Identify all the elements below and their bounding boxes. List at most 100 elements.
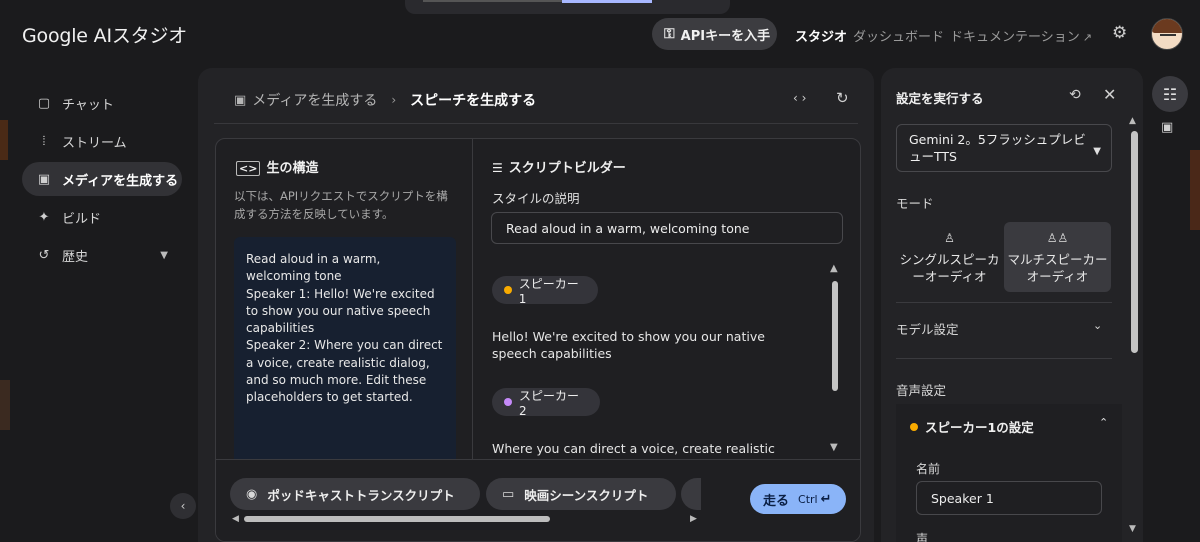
chevron-right-icon: › (391, 93, 397, 107)
vertical-scrollbar[interactable] (832, 281, 838, 391)
sidebar-item-history[interactable]: ↺ 歴史 ▼ (22, 238, 182, 272)
close-icon[interactable]: ✕ (1103, 85, 1116, 104)
single-speaker-mode-button[interactable]: ♙ シングルスピーカーオーディオ (896, 222, 1003, 292)
model-select-value: Gemini 2。5フラッシュプレビューTTS (909, 132, 1086, 164)
media-gallery-icon[interactable]: ▣ (1161, 120, 1173, 135)
external-link-icon: ↗ (1082, 31, 1092, 44)
people-icon: ♙♙ (1046, 230, 1069, 245)
sidebar: ▢ チャット ⦙ ストリーム ▣ メディアを生成する ✦ ビルド ↺ 歴史 ▼ (22, 86, 182, 276)
script-builder-title-label: スクリプトビルダー (508, 161, 626, 176)
enter-icon: ↵ (820, 491, 832, 507)
speaker-color-dot (504, 286, 512, 294)
style-description-label: スタイルの説明 (492, 191, 580, 206)
chevron-down-icon: ▼ (160, 249, 168, 261)
name-label: 名前 (916, 462, 941, 476)
raw-structure-title-label: 生の構造 (266, 161, 319, 176)
podcast-icon: ◉ (246, 486, 258, 502)
scroll-left-arrow-icon[interactable]: ◀ (232, 514, 239, 524)
speaker-name-input[interactable]: Speaker 1 (916, 481, 1102, 515)
header: Google AIスタジオ ⚿ APIキーを入手 スタジオ ダッシュボード ドキ… (0, 0, 1200, 68)
divider (896, 302, 1112, 303)
app-logo[interactable]: Google AIスタジオ (22, 21, 187, 48)
speaker-color-dot (504, 398, 512, 406)
scroll-up-arrow-icon[interactable]: ▲ (830, 263, 838, 274)
dropdown-caret-icon: ▼ (1093, 146, 1101, 157)
run-button[interactable]: 走る Ctrl ↵ (750, 484, 846, 514)
nav-documentation[interactable]: ドキュメンテーション ↗ (950, 26, 1092, 45)
more-preset-button[interactable] (681, 478, 701, 510)
speaker-color-dot (910, 422, 918, 431)
voice-label: 声 (916, 532, 929, 542)
scroll-down-arrow-icon[interactable]: ▼ (830, 442, 838, 453)
gear-icon[interactable]: ⚙ (1112, 23, 1127, 43)
movie-scene-preset-button[interactable]: ▭ 映画シーンスクリプト (486, 478, 676, 510)
raw-structure-title: <> 生の構造 (236, 157, 318, 176)
raw-script-text[interactable]: Read aloud in a warm, welcoming tone Spe… (234, 237, 456, 467)
multi-speaker-mode-button[interactable]: ♙♙ マルチスピーカーオーディオ (1004, 222, 1111, 292)
nav-documentation-label: ドキュメンテーション (950, 30, 1080, 45)
model-select[interactable]: Gemini 2。5フラッシュプレビューTTS ▼ (896, 124, 1112, 172)
get-api-key-button[interactable]: ⚿ APIキーを入手 (652, 18, 777, 50)
speaker-1-chip[interactable]: スピーカー1 (492, 276, 598, 306)
sidebar-item-label: メディアを生成する (62, 173, 179, 189)
refresh-icon[interactable]: ↻ (836, 89, 849, 107)
build-icon: ✦ (38, 209, 50, 225)
code-icon: <> (236, 161, 261, 176)
reset-settings-icon[interactable]: ⟲ (1069, 87, 1081, 103)
main-panel: ▣ メディアを生成する › スピーチを生成する ‹ › ↻ <> 生の構造 以下は… (198, 68, 874, 542)
model-settings-toggle[interactable]: モデル設定 (896, 319, 959, 338)
preset-label: ポッドキャストトランスクリプト (267, 487, 455, 503)
style-description-input[interactable]: Read aloud in a warm, welcoming tone (491, 212, 843, 244)
sidebar-item-stream[interactable]: ⦙ ストリーム (22, 124, 182, 158)
sidebar-item-label: チャット (62, 97, 114, 113)
avatar[interactable] (1151, 18, 1183, 50)
multi-speaker-label: マルチスピーカーオーディオ (1007, 251, 1108, 284)
speaker-1-settings: スピーカー1の設定 ⌃ 名前 Speaker 1 声 (896, 404, 1122, 542)
preset-label: 映画シーンスクリプト (524, 487, 649, 503)
scroll-up-arrow-icon[interactable]: ▲ (1129, 116, 1136, 126)
image-icon: ▣ (37, 171, 51, 187)
sidebar-item-label: ビルド (62, 211, 102, 227)
image-icon: ▣ (234, 92, 247, 108)
speaker-1-label: スピーカー1 (518, 276, 579, 306)
breadcrumb-current: スピーチを生成する (410, 93, 537, 109)
speaker-2-chip[interactable]: スピーカー2 (492, 388, 600, 418)
speaker-1-utterance[interactable]: Hello! We're excited to show you our nat… (492, 328, 812, 362)
background-edge (0, 120, 8, 160)
voice-settings-label: 音声設定 (896, 383, 947, 398)
speaker-1-settings-header[interactable]: スピーカー1の設定 (910, 417, 1034, 436)
background-edge (0, 380, 10, 430)
sidebar-item-build[interactable]: ✦ ビルド (22, 200, 182, 234)
speaker-2-label: スピーカー2 (518, 388, 579, 418)
chevron-down-icon[interactable]: ⌄ (1093, 319, 1102, 332)
chevron-up-icon[interactable]: ⌃ (1099, 416, 1108, 429)
nav-dashboard[interactable]: ダッシュボード (853, 26, 944, 45)
chevron-left-icon: ‹ (180, 499, 186, 513)
divider (214, 123, 858, 124)
preset-bar: ◉ ポッドキャストトランスクリプト ▭ 映画シーンスクリプト ◀ ▶ 走る Ct… (216, 459, 860, 541)
raw-structure-pane: <> 生の構造 以下は、APIリクエストでスクリプトを構成する方法を反映しています… (216, 139, 473, 467)
background-edge (1190, 150, 1200, 230)
chat-icon: ▢ (37, 95, 51, 111)
settings-scrollbar[interactable] (1131, 131, 1138, 353)
scroll-down-arrow-icon[interactable]: ▼ (1129, 524, 1136, 534)
history-icon: ↺ (38, 247, 50, 263)
collapse-sidebar-button[interactable]: ‹ (170, 493, 196, 519)
sidebar-item-label: ストリーム (62, 135, 127, 151)
horizontal-scrollbar[interactable] (244, 516, 550, 522)
podcast-transcript-preset-button[interactable]: ◉ ポッドキャストトランスクリプト (230, 478, 480, 510)
breadcrumb-parent[interactable]: メディアを生成する (252, 90, 377, 110)
nav-studio[interactable]: スタジオ (795, 26, 847, 45)
person-icon: ♙ (944, 230, 955, 245)
code-icon[interactable]: ‹ › (793, 91, 806, 105)
scroll-right-arrow-icon[interactable]: ▶ (690, 514, 697, 524)
sidebar-item-chat[interactable]: ▢ チャット (22, 86, 182, 120)
run-settings-title: 設定を実行する (896, 91, 984, 106)
sidebar-item-generate-media[interactable]: ▣ メディアを生成する (22, 162, 182, 196)
script-builder-title: ☰ スクリプトビルダー (492, 157, 626, 176)
get-api-key-label: APIキーを入手 (680, 28, 771, 44)
run-shortcut: Ctrl (798, 492, 818, 506)
tune-settings-icon[interactable]: ☷ (1152, 76, 1188, 112)
raw-structure-description: 以下は、APIリクエストでスクリプトを構成する方法を反映しています。 (234, 189, 448, 221)
script-icon: ☰ (492, 161, 503, 175)
